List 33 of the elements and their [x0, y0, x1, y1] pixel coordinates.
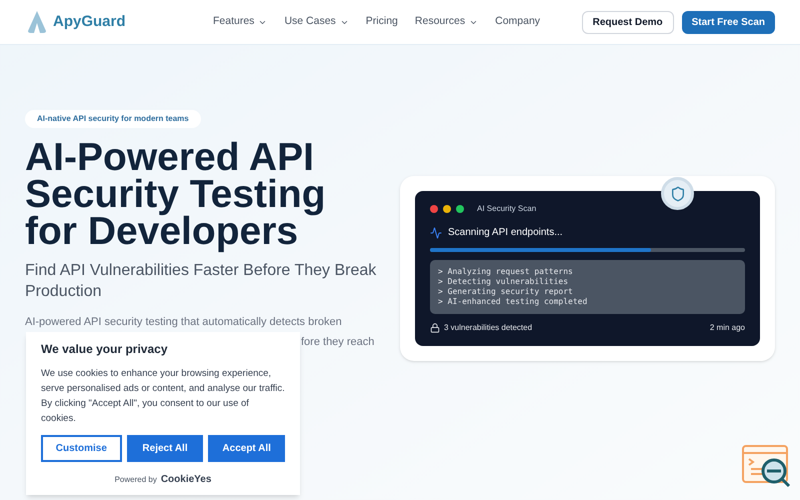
outline-button[interactable]: Request Demo	[582, 10, 674, 34]
log-line: > AI-enhanced testing completed	[438, 297, 588, 307]
pulse-icon	[430, 226, 442, 238]
cookie-title: We value your privacy	[41, 341, 169, 358]
hero-paragraph: fore they reach	[301, 334, 376, 350]
cookie-button[interactable]: Accept All	[208, 435, 286, 462]
code-search-icon	[741, 444, 791, 489]
log-line: > Analyzing request patterns	[438, 267, 574, 277]
nav-link[interactable]: Resources	[414, 14, 478, 30]
logo-icon	[25, 10, 49, 34]
tagline-badge: AI-native API security for modern teams	[25, 110, 201, 128]
nav-link[interactable]: Use Cases	[284, 14, 349, 30]
nav-link[interactable]: Pricing	[366, 14, 398, 30]
cookie-button[interactable]: Customise	[41, 435, 122, 462]
log-line: > Detecting vulnerabilities	[438, 277, 570, 287]
hero-subtitle: Find API Vulnerabilities Faster Before They Break Production	[25, 261, 378, 302]
window-title: AI Security Scan	[477, 203, 536, 215]
scan-status: Scanning API endpoints...	[448, 226, 563, 240]
hero-heading: AI-Powered API Security Testing for Developers	[25, 139, 327, 250]
scan-time: 2 min ago	[710, 322, 745, 334]
primary-button[interactable]: Start Free Scan	[682, 10, 775, 34]
hero-paragraph: AI-powered API security testing that automatically detects broken	[25, 315, 343, 330]
cookie-button[interactable]: Reject All	[126, 435, 204, 462]
cookie-text: We use cookies to enhance your browsing experience, serve personalised ads or content, and analyse our traffic. By clicking "Accept All", you consent to our use of cookies.	[41, 367, 285, 426]
log-line: > Generating security report	[438, 287, 574, 297]
shield-icon	[670, 186, 686, 202]
vulnerability-count: 3 vulnerabilities detected	[444, 322, 532, 334]
powered-by-label: Powered by	[114, 474, 157, 486]
lock-icon	[430, 323, 440, 333]
brand-logo[interactable]: ApyGuard	[53, 10, 126, 34]
nav-link[interactable]: Company	[495, 14, 540, 30]
cookie-brand-logo: CookieYes	[160, 473, 212, 487]
nav-link[interactable]: Features	[213, 14, 268, 30]
